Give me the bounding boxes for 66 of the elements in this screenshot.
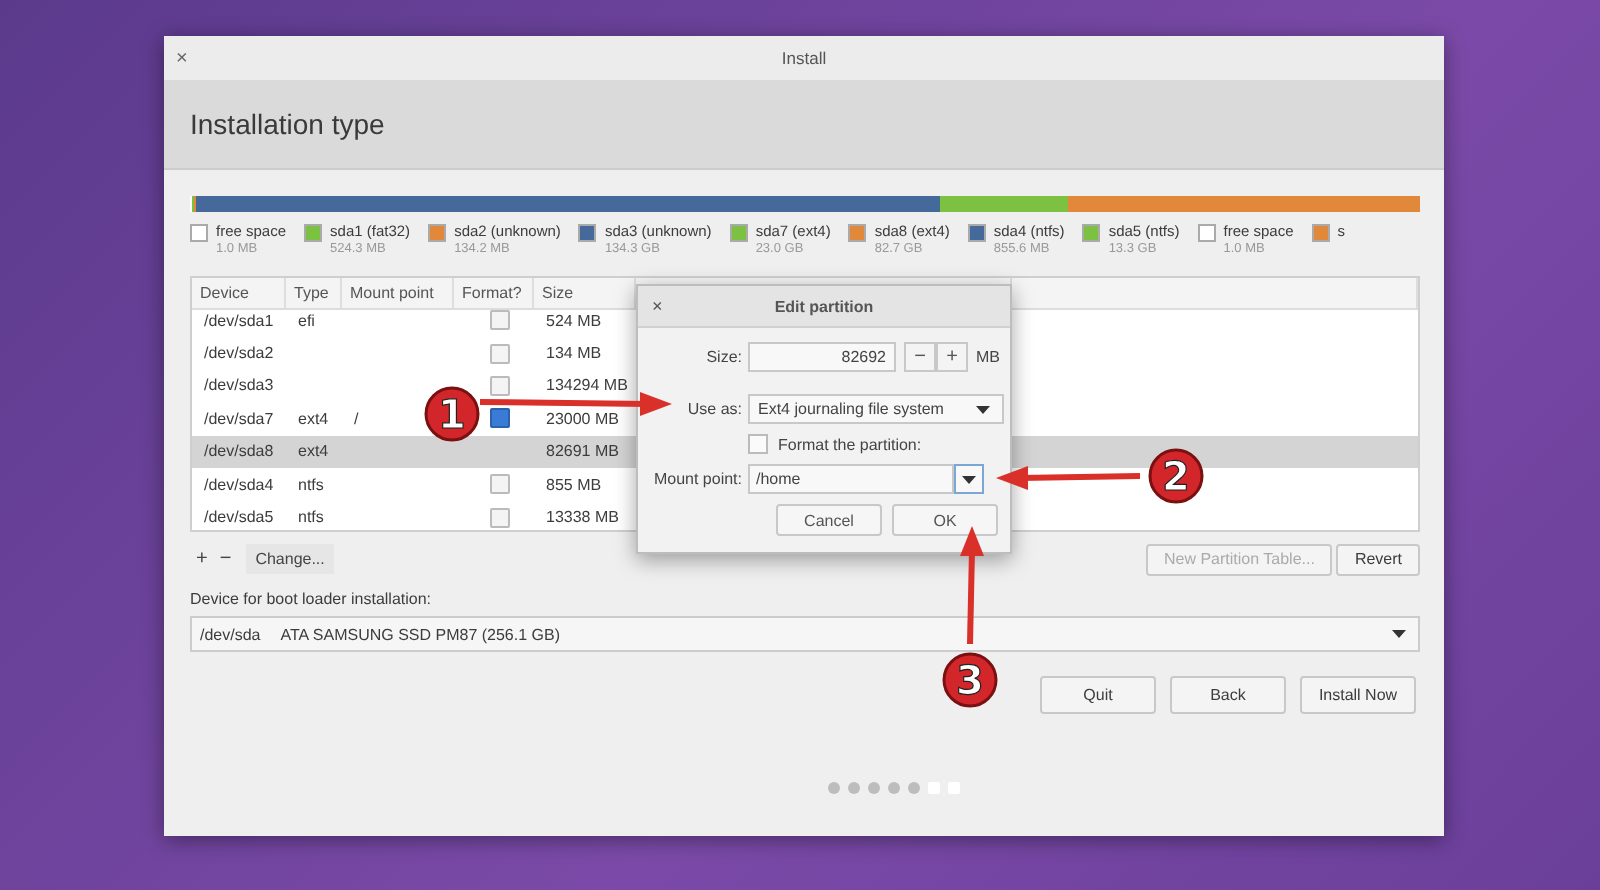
boot-device-dropdown[interactable]: /dev/sda ATA SAMSUNG SSD PM87 (256.1 GB) bbox=[190, 616, 1420, 652]
wizard-button[interactable]: Quit bbox=[1040, 676, 1156, 714]
table-cell-text: 134294 MB bbox=[544, 374, 630, 399]
field-label: Size: bbox=[704, 348, 742, 366]
format-checkbox[interactable] bbox=[748, 434, 768, 454]
dropdown-button[interactable] bbox=[954, 464, 984, 494]
table-cell-text: efi bbox=[296, 309, 317, 334]
callout-badge: 2 bbox=[1148, 448, 1204, 504]
table-cell-text: 13338 MB bbox=[544, 506, 621, 530]
dialog-button[interactable]: OK bbox=[892, 504, 998, 536]
format-checkbox[interactable] bbox=[490, 474, 510, 495]
column-header[interactable]: Type bbox=[294, 284, 329, 302]
caret-icon bbox=[976, 405, 990, 413]
close-button[interactable]: × bbox=[176, 47, 188, 69]
table-cell-text: 855 MB bbox=[544, 473, 604, 498]
increase-button[interactable]: + bbox=[936, 342, 968, 372]
table-cell-text: /dev/sda7 bbox=[202, 407, 276, 432]
field-label: Mount point: bbox=[651, 470, 742, 488]
wizard-button[interactable]: Install Now bbox=[1300, 676, 1416, 714]
decrease-button[interactable]: − bbox=[904, 342, 936, 372]
format-checkbox[interactable] bbox=[490, 408, 510, 429]
format-checkbox[interactable] bbox=[490, 507, 510, 528]
dialog-title: Edit partition bbox=[774, 297, 874, 315]
mount-point-field[interactable]: /home bbox=[748, 464, 954, 494]
table-cell-text: /dev/sda2 bbox=[202, 342, 276, 367]
column-header[interactable]: Size bbox=[542, 284, 574, 302]
unit-label: MB bbox=[976, 348, 1000, 366]
change-button[interactable]: Change... bbox=[245, 544, 335, 574]
field-label: Use as: bbox=[685, 400, 742, 418]
table-cell-text: /dev/sda4 bbox=[202, 473, 276, 498]
caret-icon bbox=[962, 475, 976, 483]
format-checkbox[interactable] bbox=[490, 310, 510, 331]
table-cell-text: /dev/sda1 bbox=[202, 309, 276, 334]
dialog-button[interactable]: Cancel bbox=[776, 504, 882, 536]
format-checkbox[interactable] bbox=[490, 343, 510, 364]
table-cell-text: 23000 MB bbox=[544, 407, 621, 432]
close-button[interactable]: × bbox=[652, 296, 663, 316]
format-checkbox[interactable] bbox=[490, 375, 510, 396]
table-cell-text: 134 MB bbox=[544, 342, 604, 367]
table-cell-text: ntfs bbox=[296, 473, 326, 498]
table-cell-text: /dev/sda5 bbox=[202, 506, 276, 530]
table-cell-text: ext4 bbox=[296, 407, 331, 432]
checkbox-label: Format the partition: bbox=[778, 435, 922, 453]
add-button[interactable]: + bbox=[190, 548, 214, 570]
table-cell-text: /dev/sda3 bbox=[202, 374, 276, 399]
size-field[interactable]: 82692 bbox=[748, 342, 896, 372]
use-as-dropdown[interactable]: Ext4 journaling file system bbox=[748, 394, 1004, 424]
table-cell: 82691 MB bbox=[534, 435, 636, 468]
callout-arrow bbox=[960, 526, 984, 645]
column-header[interactable]: Format? bbox=[462, 284, 522, 302]
table-cell-text: ntfs bbox=[296, 506, 326, 530]
field-label: Device for boot loader installation: bbox=[190, 590, 432, 608]
table-cell: /dev/sda8 bbox=[192, 435, 286, 468]
caret-icon bbox=[1392, 630, 1406, 638]
table-cell-text: 524 MB bbox=[544, 309, 604, 334]
wizard-button[interactable]: Back bbox=[1170, 676, 1286, 714]
window-title: Install bbox=[781, 48, 827, 68]
revert-button[interactable]: Revert bbox=[1336, 543, 1420, 575]
column-header[interactable]: Device bbox=[200, 284, 249, 302]
page-title: Installation type bbox=[190, 108, 385, 140]
table-cell-text: / bbox=[352, 407, 361, 432]
column-header[interactable]: Mount point bbox=[350, 284, 434, 302]
table-cell: ext4 bbox=[286, 435, 342, 468]
callout-badge: 1 bbox=[424, 386, 480, 442]
callout-badge: 3 bbox=[942, 652, 998, 708]
remove-button[interactable]: − bbox=[213, 548, 238, 570]
